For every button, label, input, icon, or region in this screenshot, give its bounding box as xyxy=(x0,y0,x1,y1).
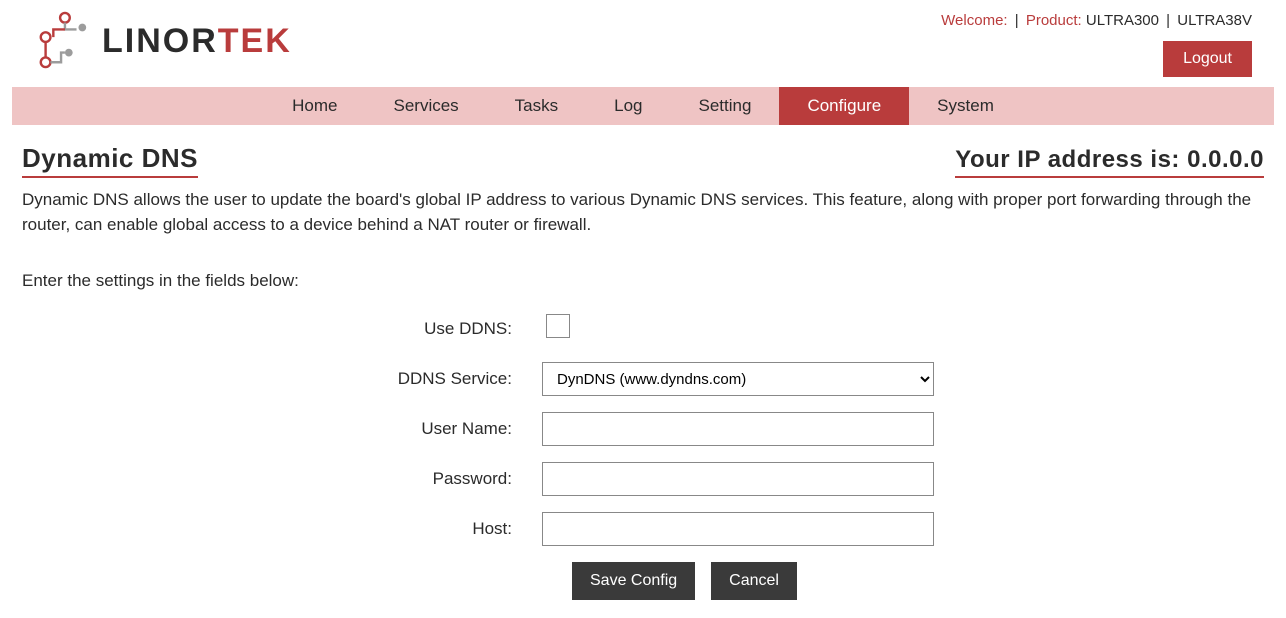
username-input[interactable] xyxy=(542,412,934,446)
logo-icon xyxy=(34,10,92,72)
welcome-label: Welcome: xyxy=(941,12,1007,29)
service-select[interactable]: DynDNS (www.dyndns.com) xyxy=(542,362,934,396)
ip-label: Your IP address is: xyxy=(955,146,1187,173)
nav-services[interactable]: Services xyxy=(365,87,486,125)
logo-text-red: TEK xyxy=(218,22,292,61)
use-ddns-checkbox[interactable] xyxy=(546,314,570,338)
service-label: DDNS Service: xyxy=(22,369,542,389)
main-nav: Home Services Tasks Log Setting Configur… xyxy=(12,87,1274,125)
logo-text-dark: LINOR xyxy=(102,22,218,61)
nav-tasks[interactable]: Tasks xyxy=(487,87,586,125)
password-label: Password: xyxy=(22,469,542,489)
nav-home[interactable]: Home xyxy=(264,87,365,125)
nav-configure[interactable]: Configure xyxy=(779,87,909,125)
content: Dynamic DNS Your IP address is: 0.0.0.0 … xyxy=(0,125,1286,618)
password-input[interactable] xyxy=(542,462,934,496)
page-title: Dynamic DNS xyxy=(22,143,198,178)
header: LINORTEK Welcome: | Product: ULTRA300 | … xyxy=(0,0,1286,81)
save-button[interactable]: Save Config xyxy=(572,562,695,600)
host-input[interactable] xyxy=(542,512,934,546)
header-meta: Welcome: | Product: ULTRA300 | ULTRA38V … xyxy=(941,10,1252,77)
logo: LINORTEK xyxy=(34,10,292,72)
ddns-form: Use DDNS: DDNS Service: DynDNS (www.dynd… xyxy=(22,311,1264,600)
nav-system[interactable]: System xyxy=(909,87,1022,125)
logout-button[interactable]: Logout xyxy=(1163,41,1252,77)
page-description: Dynamic DNS allows the user to update th… xyxy=(22,188,1264,237)
form-prompt: Enter the settings in the fields below: xyxy=(22,271,1264,291)
product-label: Product: xyxy=(1026,12,1082,29)
logo-text: LINORTEK xyxy=(102,22,292,61)
product-value2: ULTRA38V xyxy=(1177,12,1252,29)
cancel-button[interactable]: Cancel xyxy=(711,562,797,600)
use-ddns-label: Use DDNS: xyxy=(22,319,542,339)
nav-log[interactable]: Log xyxy=(586,87,670,125)
username-label: User Name: xyxy=(22,419,542,439)
ip-address-line: Your IP address is: 0.0.0.0 xyxy=(955,146,1264,178)
host-label: Host: xyxy=(22,519,542,539)
product-value: ULTRA300 xyxy=(1086,12,1159,29)
ip-value: 0.0.0.0 xyxy=(1187,146,1264,173)
nav-setting[interactable]: Setting xyxy=(671,87,780,125)
